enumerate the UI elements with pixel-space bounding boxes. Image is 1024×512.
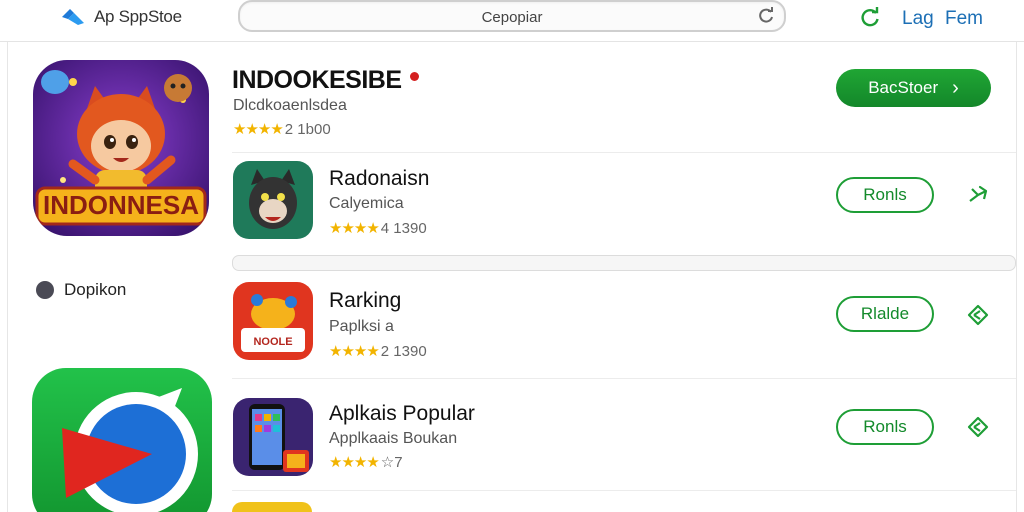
- app-icon[interactable]: [32, 368, 212, 512]
- share-arrow-icon[interactable]: [966, 303, 990, 327]
- featured-app-title[interactable]: INDOOKESIBE: [232, 66, 402, 95]
- search-input[interactable]: Cepopiar: [238, 0, 786, 32]
- divider: [232, 152, 1016, 153]
- app-icon[interactable]: [232, 502, 312, 512]
- new-badge-icon: [410, 72, 419, 81]
- top-bar: Ap SppStoe Cepopiar Lag Fem: [0, 0, 1024, 42]
- button-label: BacStoer: [868, 78, 939, 97]
- app-rating: ★★★★ 2 1390: [329, 342, 427, 361]
- svg-text:INDONNESA: INDONNESA: [43, 190, 199, 220]
- rating-stars: ★★★★: [329, 343, 380, 360]
- sidebar-item[interactable]: Dopikon: [36, 280, 126, 300]
- rating-stars: ★★★★: [233, 121, 284, 138]
- frame-divider: [1016, 42, 1017, 512]
- share-arrow-icon[interactable]: [966, 415, 990, 439]
- brand[interactable]: Ap SppStoe: [60, 6, 182, 28]
- featured-app-subtitle: Dlcdkoaenlsdea: [233, 97, 347, 114]
- rating-count: 2 1b00: [284, 120, 331, 138]
- rating-stars: ★★★★: [329, 220, 380, 237]
- frame-divider: [7, 42, 8, 512]
- search-value: Cepopiar: [481, 9, 543, 26]
- share-arrow-icon[interactable]: [966, 183, 990, 207]
- app-rating: ★★★★ ☆7: [329, 453, 403, 471]
- nav-link-fem[interactable]: Fem: [945, 8, 983, 30]
- app-subtitle: Applkaais Boukan: [329, 430, 458, 447]
- app-rating: ★★★★ 4 1390: [329, 219, 427, 238]
- featured-app-icon[interactable]: INDONNESA: [33, 60, 209, 236]
- app-title[interactable]: Radonaisn: [329, 167, 429, 191]
- app-action-button[interactable]: Ronls: [836, 177, 934, 213]
- app-subtitle: Paplksi a: [329, 318, 394, 335]
- chevron-right-icon: ›: [952, 76, 959, 99]
- app-subtitle: Calyemica: [329, 195, 404, 212]
- svg-text:NOOLE: NOOLE: [253, 336, 292, 348]
- rating-count: ☆7: [380, 454, 403, 471]
- divider: [232, 490, 1016, 491]
- rating-stars: ★★★★: [329, 454, 380, 471]
- refresh-icon[interactable]: [756, 6, 776, 26]
- nav-link-lag[interactable]: Lag: [902, 8, 934, 30]
- app-title[interactable]: Aplkais Popular: [329, 402, 475, 426]
- featured-action-button[interactable]: BacStoer ›: [836, 69, 991, 107]
- app-icon[interactable]: [233, 161, 313, 239]
- app-action-button[interactable]: Ronls: [836, 409, 934, 445]
- dot-icon: [36, 281, 54, 299]
- rating-count: 4 1390: [380, 219, 427, 237]
- sidebar-item-label: Dopikon: [64, 280, 127, 299]
- featured-app-rating: ★★★★ 2 1b00: [233, 120, 331, 139]
- divider: [232, 378, 1016, 379]
- app-icon[interactable]: [233, 398, 313, 476]
- app-title[interactable]: Rarking: [329, 289, 401, 313]
- app-action-button[interactable]: Rlalde: [836, 296, 934, 332]
- refresh-icon[interactable]: [858, 6, 882, 30]
- app-icon[interactable]: NOOLE: [233, 282, 313, 360]
- rating-count: 2 1390: [380, 342, 427, 360]
- brand-name: Ap SppStoe: [94, 7, 182, 26]
- section-divider: [232, 255, 1016, 271]
- brand-logo-icon: [60, 7, 86, 27]
